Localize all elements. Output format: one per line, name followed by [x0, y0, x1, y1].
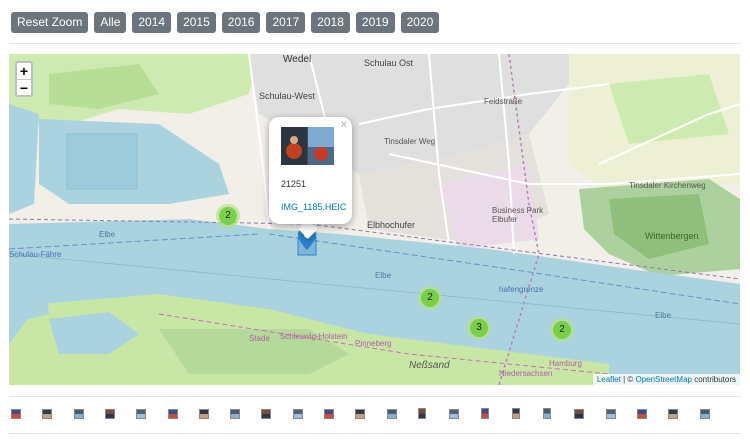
photo-thumbnail[interactable]: [574, 409, 584, 419]
year-filter-toolbar: Reset Zoom Alle 2014 2015 2016 2017 2018…: [11, 12, 440, 33]
label-tinsdaler-kirchenweg: Tinsdaler Kirchenweg: [629, 181, 706, 190]
divider-middle: [9, 396, 741, 397]
label-stade: Stade: [249, 334, 270, 343]
leaflet-link[interactable]: Leaflet: [597, 375, 621, 384]
photo-thumbnail[interactable]: [512, 408, 520, 419]
photo-cluster[interactable]: 2: [418, 286, 442, 310]
popup-photo-number: 21251: [281, 179, 307, 189]
cluster-count: 2: [553, 321, 571, 339]
label-business-park: Business Park Elbufer: [492, 206, 544, 224]
photo-popup: × 21251 IMG_1185.HEIC: [269, 117, 352, 224]
photo-thumbnail[interactable]: [387, 409, 397, 419]
divider-top: [9, 43, 741, 44]
label-feldstrasse: Feldstraße: [484, 97, 523, 106]
photo-thumbnail[interactable]: [700, 409, 710, 419]
label-schulau-ost: Schulau Ost: [364, 58, 414, 68]
label-elbe-2: Elbe: [375, 271, 392, 280]
label-schleswig-holstein: Schleswig-Holstein: [280, 332, 348, 341]
label-wittenbergen: Wittenbergen: [645, 231, 699, 241]
photo-thumbnail[interactable]: [355, 409, 365, 419]
photo-thumbnail[interactable]: [481, 408, 489, 419]
photo-thumbnail[interactable]: [105, 409, 115, 419]
label-hafengrenze: hafengrenze: [499, 285, 544, 294]
label-elbhochufer: Elbhochufer: [367, 220, 416, 230]
label-pinneberg: Pinneberg: [355, 339, 392, 348]
label-hamburg: Hamburg: [549, 359, 582, 368]
label-niedersachsen: Niedersachsen: [499, 369, 553, 378]
year-2016-button[interactable]: 2016: [221, 12, 261, 33]
thumbnail-strip: [11, 408, 741, 423]
map-view[interactable]: Wedel Schulau Ost Schulau-West Elbhochuf…: [9, 54, 740, 385]
zoom-control: + −: [15, 61, 33, 97]
photo-thumbnail[interactable]: [293, 409, 303, 419]
photo-thumbnail[interactable]: [418, 408, 426, 419]
year-all-button[interactable]: Alle: [94, 12, 127, 33]
year-2018-button[interactable]: 2018: [311, 12, 350, 33]
photo-thumbnail[interactable]: [449, 409, 459, 419]
photo-thumbnail[interactable]: [199, 409, 209, 419]
photo-thumbnail[interactable]: [42, 409, 52, 419]
cluster-count: 3: [470, 319, 488, 337]
popup-close-button[interactable]: ×: [341, 119, 347, 131]
year-2014-button[interactable]: 2014: [132, 12, 172, 33]
attribution-separator: | ©: [620, 375, 636, 384]
label-elbe-1: Elbe: [99, 230, 116, 239]
zoom-out-button[interactable]: −: [17, 79, 31, 96]
photo-thumbnail[interactable]: [168, 409, 178, 419]
map-attribution: Leaflet | © OpenStreetMap contributors: [592, 374, 740, 385]
label-tinsdaler-weg: Tinsdaler Weg: [384, 137, 436, 146]
popup-photo-thumbnail[interactable]: [281, 127, 334, 165]
popup-photo-link[interactable]: IMG_1185.HEIC: [281, 202, 346, 212]
photo-thumbnail[interactable]: [543, 408, 551, 419]
photo-cluster[interactable]: 2: [216, 204, 240, 228]
photo-thumbnail[interactable]: [230, 409, 240, 419]
osm-link[interactable]: OpenStreetMap: [635, 375, 691, 384]
photo-thumbnail[interactable]: [74, 409, 84, 419]
label-schulau-faehre: Schulau-Fähre: [9, 250, 62, 259]
cluster-count: 2: [219, 207, 237, 225]
photo-thumbnail[interactable]: [606, 409, 616, 419]
photo-thumbnail[interactable]: [11, 409, 21, 419]
photo-cluster[interactable]: 2: [550, 318, 574, 342]
year-2017-button[interactable]: 2017: [266, 12, 306, 33]
photo-thumbnail[interactable]: [261, 409, 271, 419]
reset-zoom-button[interactable]: Reset Zoom: [11, 12, 89, 33]
attribution-suffix: contributors: [691, 375, 736, 384]
year-2020-button[interactable]: 2020: [400, 12, 440, 33]
photo-thumbnail[interactable]: [637, 409, 647, 419]
divider-bottom: [9, 433, 741, 434]
cluster-count: 2: [421, 289, 439, 307]
label-schulau-west: Schulau-West: [259, 91, 315, 101]
year-2015-button[interactable]: 2015: [177, 12, 216, 33]
photo-thumbnail[interactable]: [324, 409, 334, 419]
label-elbe-3: Elbe: [655, 311, 672, 320]
photo-cluster[interactable]: 3: [467, 316, 491, 340]
photo-thumbnail[interactable]: [668, 409, 678, 419]
year-2019-button[interactable]: 2019: [355, 12, 395, 33]
label-nessand: Neßsand: [409, 360, 450, 371]
photo-thumbnail[interactable]: [136, 409, 146, 419]
zoom-in-button[interactable]: +: [17, 63, 31, 79]
label-wedel: Wedel: [283, 54, 312, 65]
